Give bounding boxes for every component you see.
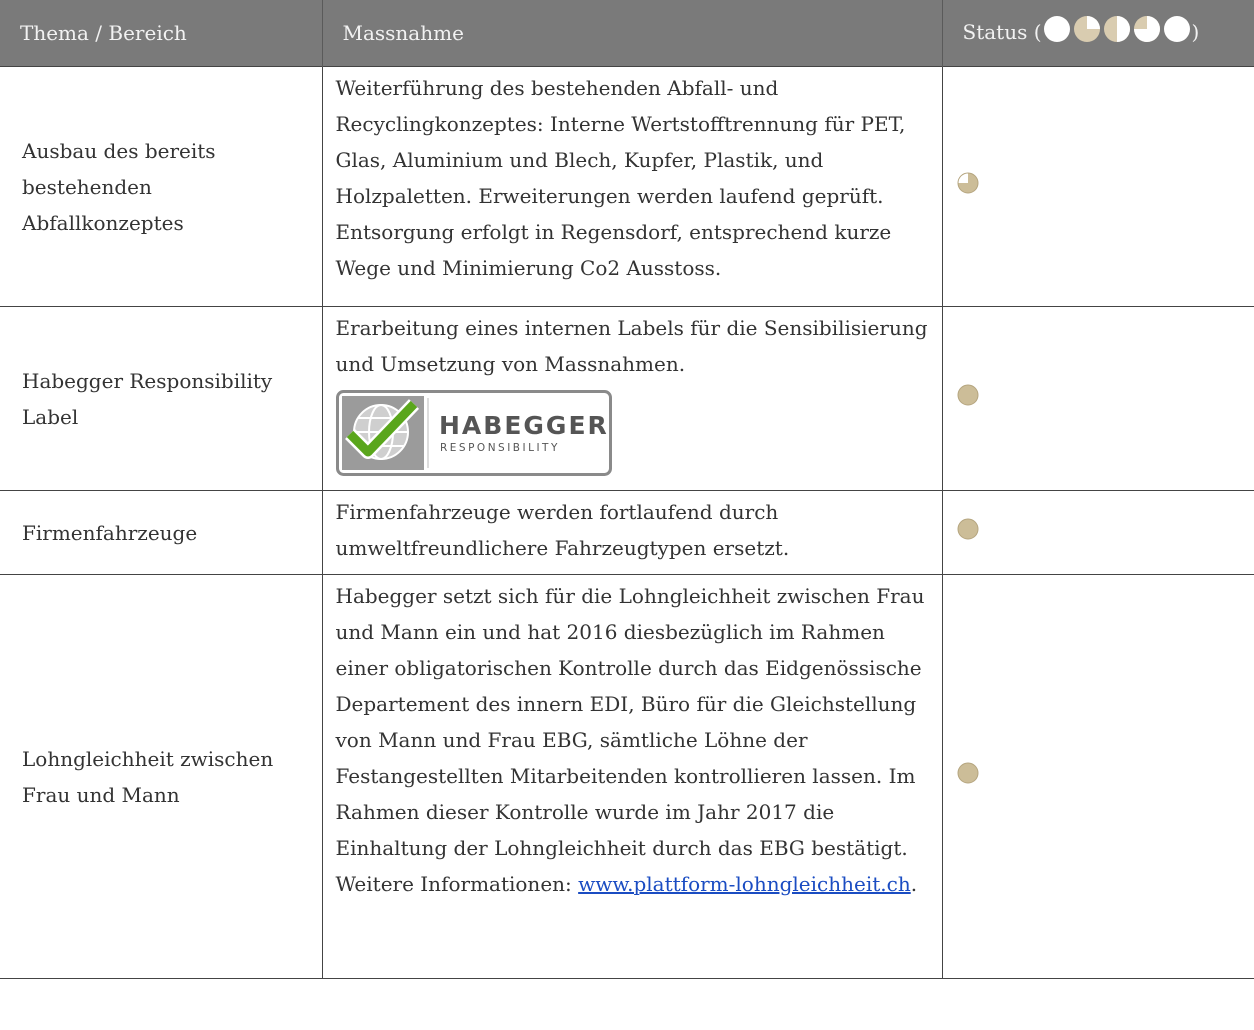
massnahme-cell: Firmenfahrzeuge werden fortlaufend durch… <box>321 490 943 575</box>
lohngleichheit-link[interactable]: www.plattform-lohngleichheit.ch <box>578 872 911 896</box>
habegger-responsibility-logo: HABEGGER RESPONSIBILITY <box>335 390 612 476</box>
info-suffix: . <box>910 872 918 896</box>
status-legend <box>1043 15 1191 48</box>
status-three-quarter-circle-icon <box>1133 15 1161 48</box>
massnahme-cell: Weiterführung des bestehenden Abfall- un… <box>321 66 943 307</box>
header-status-suffix: ) <box>1191 19 1200 44</box>
table-row: Firmenfahrzeuge Firmenfahrzeuge werden f… <box>0 490 1254 575</box>
status-full-icon <box>957 759 979 795</box>
info-prefix: Weitere Informationen: <box>335 872 579 896</box>
info-line: Weitere Informationen: www.plattform-loh… <box>336 866 932 902</box>
status-full-circle-icon <box>1163 15 1191 48</box>
status-cell <box>941 66 1254 307</box>
header-massnahme: Massnahme <box>322 0 943 67</box>
status-half-circle-icon <box>1103 15 1131 48</box>
status-cell <box>941 306 1254 491</box>
status-cell <box>941 490 1254 575</box>
header-status-label: Status ( <box>962 19 1042 44</box>
status-full-icon <box>957 381 979 417</box>
massnahme-cell: Erarbeitung eines internen Labels für di… <box>321 306 943 491</box>
massnahme-cell: Habegger setzt sich für die Lohngleichhe… <box>321 574 943 979</box>
status-empty-circle-icon <box>1043 15 1071 48</box>
status-three-quarter-icon <box>957 169 979 205</box>
massnahme-text: Erarbeitung eines internen Labels für di… <box>335 316 928 376</box>
measures-table: Thema / Bereich Massnahme Status () Ausb… <box>0 0 1254 979</box>
thema-cell: Firmenfahrzeuge <box>0 490 323 575</box>
thema-cell: Habegger Responsibility Label <box>0 306 323 491</box>
thema-cell: Lohngleichheit zwischen Frau und Mann <box>0 574 323 979</box>
header-row: Thema / Bereich Massnahme Status () <box>0 0 1254 67</box>
logo-line1: HABEGGER <box>439 411 609 440</box>
header-status: Status () <box>942 0 1254 67</box>
status-full-icon <box>957 515 979 551</box>
status-cell <box>941 574 1254 979</box>
table-row: Ausbau des bereits bestehenden Abfallkon… <box>0 66 1254 307</box>
table-row: Lohngleichheit zwischen Frau und Mann Ha… <box>0 574 1254 979</box>
header-thema: Thema / Bereich <box>0 0 323 67</box>
table-row: Habegger Responsibility Label Erarbeitun… <box>0 306 1254 491</box>
massnahme-text: Habegger setzt sich für die Lohngleichhe… <box>335 584 925 860</box>
status-quarter-circle-icon <box>1073 15 1101 48</box>
logo-line2: RESPONSIBILITY <box>440 442 560 454</box>
thema-cell: Ausbau des bereits bestehenden Abfallkon… <box>0 66 323 307</box>
